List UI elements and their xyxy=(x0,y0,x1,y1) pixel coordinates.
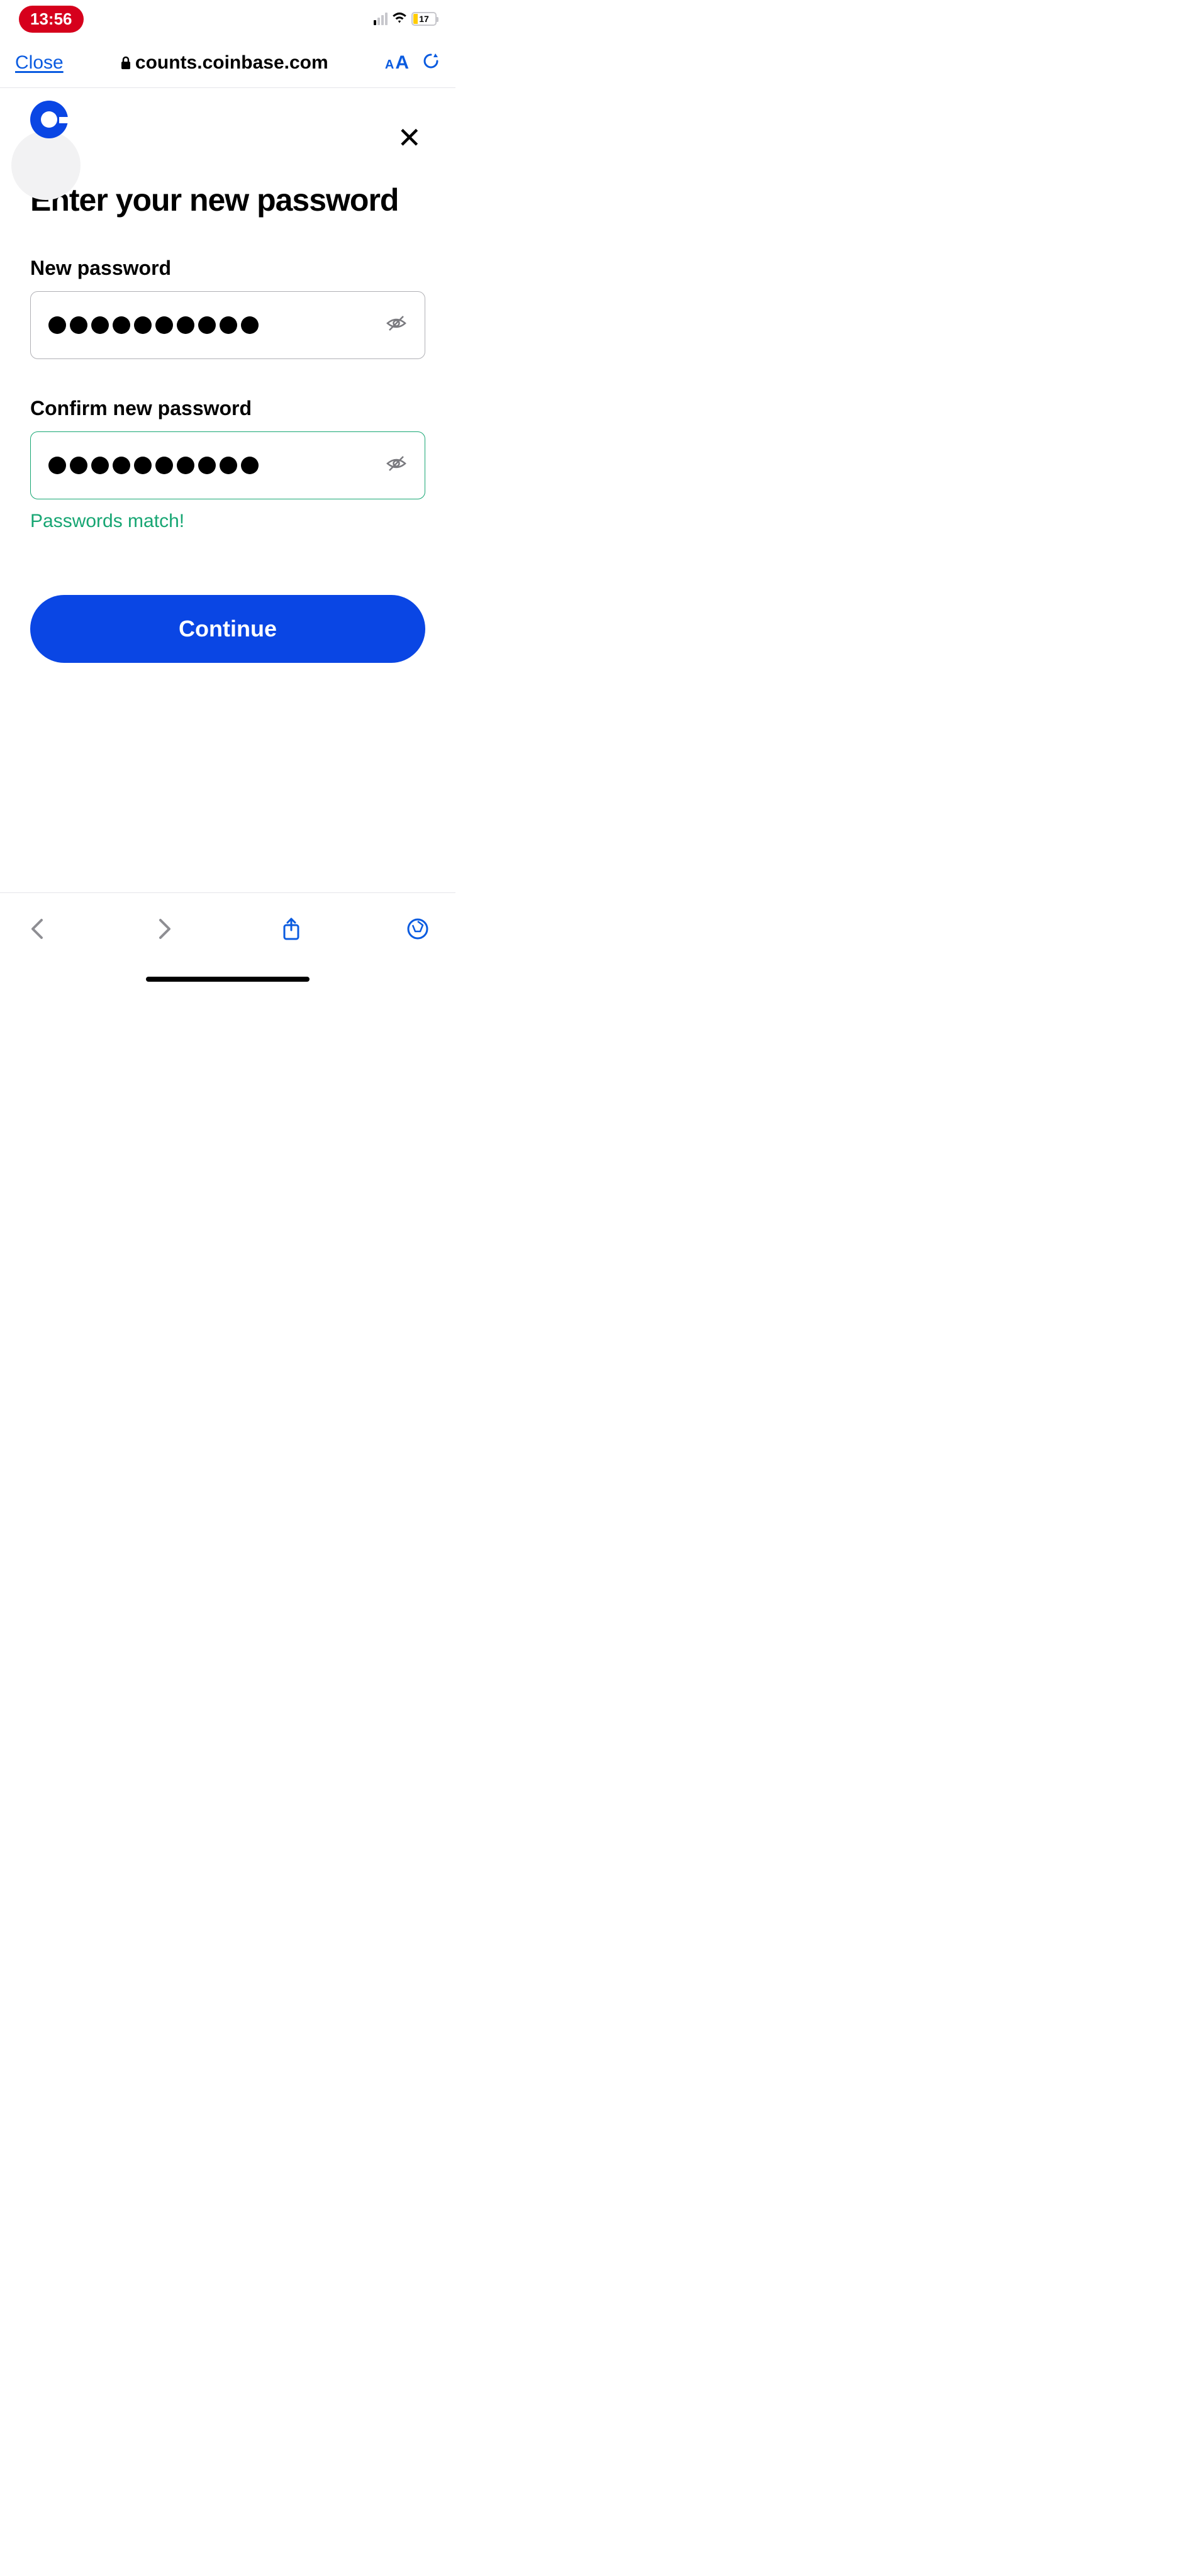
brand-area xyxy=(30,101,68,138)
forward-button[interactable] xyxy=(152,916,177,945)
status-bar: 13:56 17 xyxy=(0,0,455,38)
continue-button[interactable]: Continue xyxy=(30,595,425,663)
share-button[interactable] xyxy=(279,916,304,945)
back-button[interactable] xyxy=(25,916,50,945)
new-password-label: New password xyxy=(30,257,425,280)
url-text: counts.coinbase.com xyxy=(135,52,328,74)
status-indicators: 17 xyxy=(374,11,437,27)
status-time: 13:56 xyxy=(19,6,84,33)
reload-button[interactable] xyxy=(421,52,440,74)
lock-icon xyxy=(120,56,131,70)
home-indicator[interactable] xyxy=(146,977,310,982)
confirm-password-label: Confirm new password xyxy=(30,397,425,420)
wifi-icon xyxy=(391,11,408,27)
tabs-button[interactable] xyxy=(405,916,430,945)
page-content: ✕ Enter your new password New password C… xyxy=(0,88,455,663)
cellular-signal-icon xyxy=(374,13,388,25)
confirm-password-input[interactable] xyxy=(30,431,425,499)
password-masked-value xyxy=(48,316,378,334)
confirm-password-field: Confirm new password Passwords match! xyxy=(30,397,425,532)
toggle-visibility-icon[interactable] xyxy=(386,453,407,477)
close-icon[interactable]: ✕ xyxy=(397,101,425,152)
browser-nav-bar: Close counts.coinbase.com AA xyxy=(0,38,455,88)
battery-percent: 17 xyxy=(419,14,429,24)
address-bar[interactable]: counts.coinbase.com xyxy=(76,52,372,74)
avatar-placeholder xyxy=(11,131,81,200)
text-size-button[interactable]: AA xyxy=(385,52,409,74)
new-password-field: New password xyxy=(30,257,425,359)
browser-toolbar xyxy=(0,892,455,987)
browser-close-button[interactable]: Close xyxy=(15,52,64,74)
passwords-match-message: Passwords match! xyxy=(30,511,425,532)
new-password-input[interactable] xyxy=(30,291,425,359)
coinbase-logo-icon xyxy=(30,101,68,138)
battery-indicator: 17 xyxy=(411,12,437,26)
toggle-visibility-icon[interactable] xyxy=(386,313,407,337)
password-masked-value xyxy=(48,457,378,474)
page-title: Enter your new password xyxy=(30,182,425,219)
